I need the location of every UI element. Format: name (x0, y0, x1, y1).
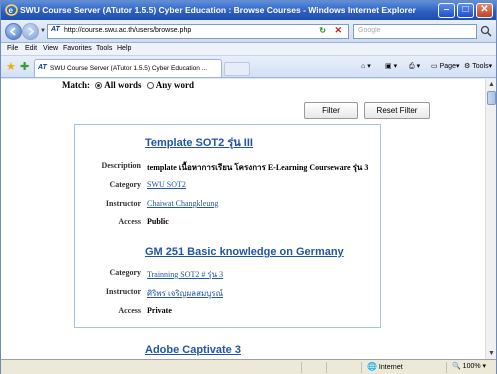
zoom-level[interactable]: 🔍 100% ▾ (452, 362, 486, 370)
print-button[interactable]: ⎙ ▾ (409, 62, 420, 71)
page-content: Match: All words Any word Filter Reset F… (1, 79, 485, 359)
ie-icon: e (5, 4, 18, 16)
course-title[interactable]: Adobe Captivate 3 (145, 344, 241, 356)
status-divider (326, 362, 327, 373)
feeds-icon: ▣ (385, 63, 392, 70)
page-icon: ▭ (431, 63, 438, 70)
minimize-button[interactable]: – (438, 3, 455, 18)
instructor-link[interactable]: ศิริพร เจริญผลสมบูรณ์ (147, 287, 223, 300)
access-value: Private (147, 306, 172, 315)
access-label: Access (118, 217, 141, 226)
url-text[interactable]: http://course.swu.ac.th/users/browse.php (64, 27, 191, 34)
tab-favicon-icon: AT (38, 64, 47, 71)
vertical-scrollbar[interactable]: ▲ ▼ (485, 79, 496, 359)
history-dropdown-icon[interactable]: ▼ (40, 28, 46, 34)
favorites-star-icon[interactable]: ★ (6, 60, 16, 73)
menu-tools[interactable]: Tools (96, 45, 112, 52)
url-field[interactable]: AT http://course.swu.ac.th/users/browse.… (47, 24, 349, 39)
course-title[interactable]: Template SOT2 รุ่น III (145, 133, 253, 151)
security-zone[interactable]: 🌐 Internet (367, 362, 403, 371)
address-bar: ▼ AT http://course.swu.ac.th/users/brows… (1, 20, 496, 43)
all-words-radio[interactable] (95, 82, 103, 89)
back-arrow-icon (9, 27, 16, 36)
status-divider (446, 362, 447, 373)
course-title[interactable]: GM 251 Basic knowledge on Germany (145, 246, 344, 258)
menu-favorites[interactable]: Favorites (63, 45, 92, 52)
print-icon: ⎙ (409, 63, 415, 70)
filter-button[interactable]: Filter (304, 102, 358, 119)
category-link[interactable]: Trainning SOT2 # รุ่น 3 (147, 268, 223, 281)
instructor-link[interactable]: Chaiwat Changkleung (147, 199, 218, 208)
scroll-thumb[interactable] (487, 91, 496, 105)
menu-view[interactable]: View (43, 45, 58, 52)
tools-gear-icon: ⚙ (464, 63, 471, 70)
search-icon[interactable] (479, 24, 494, 39)
stop-icon[interactable]: ✕ (334, 25, 342, 36)
tools-menu-label: Tools (472, 63, 489, 70)
all-words-label[interactable]: All words (104, 80, 141, 90)
tools-menu[interactable]: ⚙ Tools▾ (464, 62, 492, 70)
add-favorite-icon[interactable]: ✚ (20, 60, 29, 73)
access-value: Public (147, 217, 169, 226)
browser-window: e SWU Course Server (ATutor 1.5.5) Cyber… (0, 0, 497, 374)
tab-label: SWU Course Server (ATutor 1.5.5) Cyber E… (50, 65, 208, 72)
refresh-icon[interactable]: ↻ (319, 26, 326, 35)
site-favicon-icon: AT (51, 26, 60, 33)
category-link[interactable]: SWU SOT2 (147, 180, 186, 189)
description-value: template เนื้อหาการเรียน โครงการ E-Learn… (147, 163, 369, 172)
forward-arrow-icon (28, 27, 35, 36)
back-button[interactable] (5, 23, 22, 40)
menu-help[interactable]: Help (117, 45, 131, 52)
home-button[interactable]: ⌂ ▾ (361, 62, 371, 70)
title-bar: e SWU Course Server (ATutor 1.5.5) Cyber… (1, 1, 496, 20)
scroll-down-icon[interactable]: ▼ (486, 348, 497, 359)
status-divider (361, 362, 362, 373)
course-list: Template SOT2 รุ่น III Description templ… (74, 124, 381, 328)
menu-bar: File Edit View Favorites Tools Help (1, 43, 496, 56)
menu-file[interactable]: File (7, 45, 18, 52)
zoom-value: 100% (462, 363, 481, 370)
search-placeholder: Google (358, 27, 381, 34)
page-menu-label: Page (439, 63, 456, 70)
access-label: Access (118, 306, 141, 315)
category-label: Category (109, 180, 141, 189)
tab-bar: ★ ✚ AT SWU Course Server (ATutor 1.5.5) … (1, 56, 496, 78)
any-word-radio[interactable] (146, 82, 154, 89)
description-label: Description (101, 161, 141, 170)
page-menu[interactable]: ▭ Page▾ (431, 62, 460, 70)
close-button[interactable]: ✕ (476, 3, 493, 18)
globe-icon: 🌐 (367, 362, 377, 371)
zone-label: Internet (378, 364, 403, 371)
new-tab-button[interactable] (224, 62, 250, 76)
status-bar: 🌐 Internet 🔍 100% ▾ (1, 359, 496, 374)
instructor-label: Instructor (105, 199, 141, 208)
window-title: SWU Course Server (ATutor 1.5.5) Cyber E… (20, 5, 416, 15)
any-word-label[interactable]: Any word (156, 80, 194, 90)
reset-filter-button[interactable]: Reset Filter (364, 102, 430, 119)
menu-edit[interactable]: Edit (25, 45, 37, 52)
svg-text:e: e (9, 6, 14, 15)
category-label: Category (109, 268, 141, 277)
match-options: Match: All words Any word (62, 80, 194, 90)
scroll-up-icon[interactable]: ▲ (486, 79, 497, 90)
maximize-button[interactable]: □ (457, 3, 474, 18)
home-icon: ⌂ (361, 63, 366, 70)
forward-button[interactable] (22, 23, 39, 40)
search-input[interactable]: Google (353, 24, 477, 39)
tab-browse-courses[interactable]: AT SWU Course Server (ATutor 1.5.5) Cybe… (34, 59, 222, 77)
status-divider (301, 362, 302, 373)
feeds-button[interactable]: ▣ ▾ (385, 62, 397, 70)
match-label: Match: (62, 80, 90, 90)
instructor-label: Instructor (105, 287, 141, 296)
